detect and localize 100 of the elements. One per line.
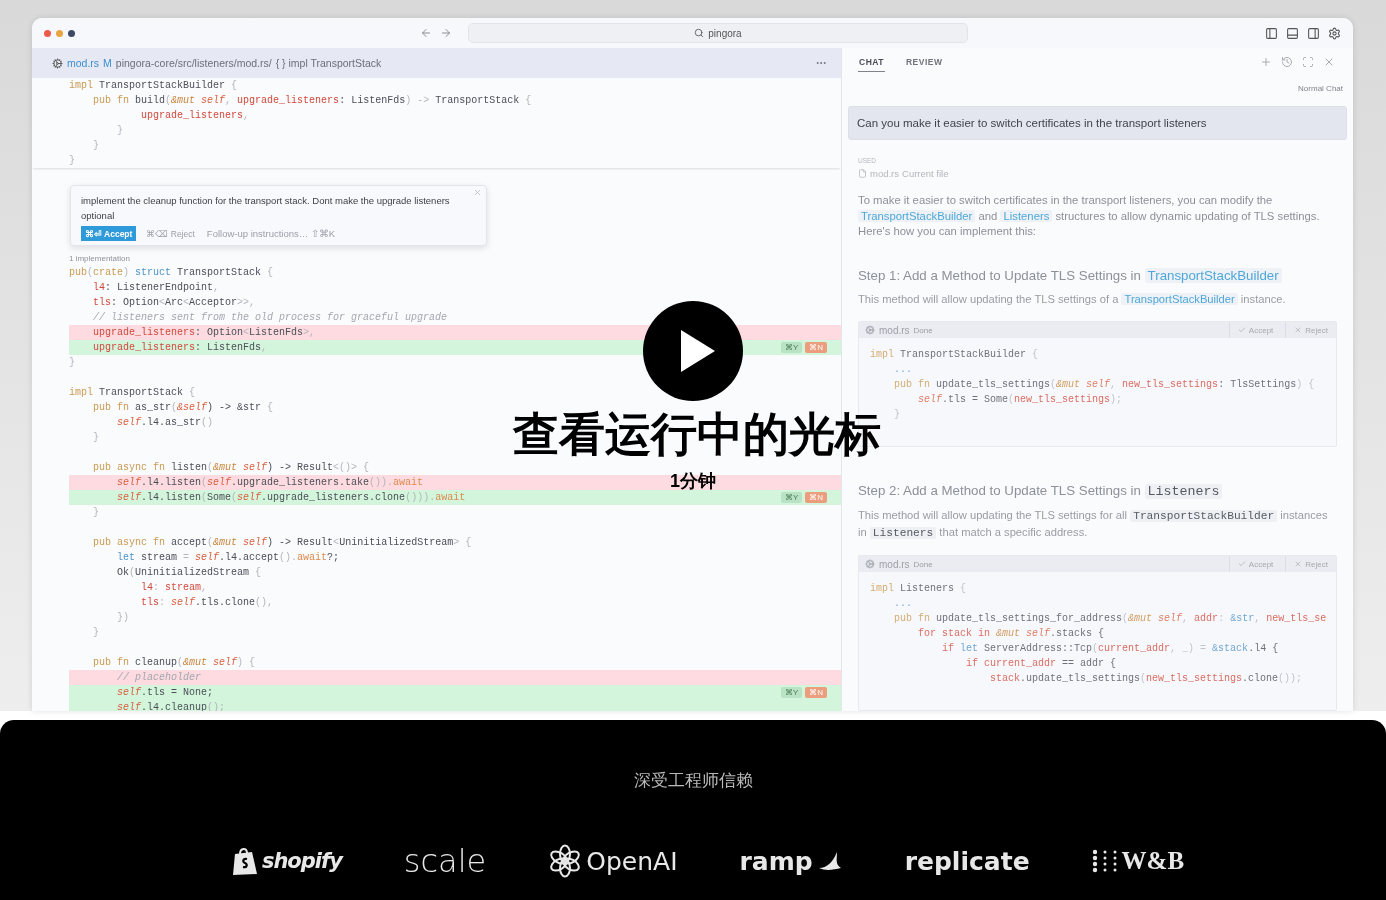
code-line: ... <box>893 363 913 377</box>
code-line: } <box>69 356 76 370</box>
code-line: } <box>92 139 100 153</box>
plus-icon[interactable] <box>1260 56 1272 69</box>
play-button[interactable] <box>643 301 743 401</box>
code-line: upgrade_listeners, <box>140 109 251 123</box>
block-status: Done <box>913 325 933 335</box>
code-line: Ok(UninitializedStream { <box>116 566 263 580</box>
code-line: pub fn update_tls_settings_for_address(&mut self, addr: &str, new_tls_se <box>893 612 1328 626</box>
logo-wordmark: scale <box>403 842 487 880</box>
accept-button[interactable]: ⌘⏎ Accept <box>81 226 137 241</box>
follow-up-field[interactable]: Follow-up instructions… ⇧⌘K <box>204 227 405 240</box>
user-message: Can you make it easier to switch certificates in the transport listeners <box>848 105 1347 140</box>
close-icon <box>1294 560 1303 568</box>
code-line: // listeners sent from the old process for graceful upgrade <box>92 311 449 325</box>
code-line: impl TransportStackBuilder { <box>69 79 239 93</box>
logo-wordmark: replicate <box>904 846 1030 876</box>
chat-mode[interactable]: Normal Chat <box>1298 83 1343 93</box>
knot-icon <box>548 844 583 878</box>
answer-paragraph: To make it easier to switch certificates in the transport listeners, you can modify the TransportStackBuilder and Listeners structures to allow dynamic updating of TLS settings. Here's how you can implement this: <box>858 193 1321 239</box>
zoom-dot[interactable] <box>68 29 75 37</box>
shortcut-badge[interactable]: ⌘N <box>805 687 827 698</box>
code-line: l4: ListenerEndpoint, <box>92 281 221 295</box>
code-line: ... <box>893 597 913 611</box>
reject-button[interactable]: Reject <box>1285 556 1336 572</box>
code-line: tls: Option<Arc<Acceptor>>, <box>92 296 257 310</box>
gear-icon <box>52 57 63 69</box>
code-line: tls: self.tls.clone(), <box>140 596 275 610</box>
check-icon <box>1237 326 1246 334</box>
accept-button[interactable]: Accept <box>1228 322 1282 338</box>
trust-heading: 深受工程师信赖 <box>633 770 753 792</box>
code-line: } <box>116 124 124 138</box>
block-status: Done <box>913 559 933 569</box>
code-line: impl TransportStack { <box>69 386 197 400</box>
dots-icon <box>1091 849 1118 873</box>
code-line: if let ServerAddress::Tcp(current_addr, _) = &stack.l4 { <box>941 642 1280 656</box>
block-file: mod.rs <box>879 558 910 570</box>
video-duration: 1分钟 <box>670 470 716 492</box>
close-dot[interactable] <box>44 29 51 37</box>
code-line: l4: stream, <box>140 581 209 595</box>
forward-icon[interactable] <box>440 27 452 39</box>
search-field[interactable]: pingora <box>468 23 968 43</box>
shortcut-badge[interactable]: ⌘Y <box>780 492 803 503</box>
close-icon <box>1294 326 1303 334</box>
logo-wordmark: ramp <box>739 846 813 876</box>
minimize-dot[interactable] <box>56 29 63 37</box>
code-line: stack.update_tls_settings(new_tls_settings.clone()); <box>989 672 1304 686</box>
shortcut-badge[interactable]: ⌘N <box>805 342 827 353</box>
search-icon <box>694 28 705 38</box>
step-heading: Step 1: Add a Method to Update TLS Settings in TransportStackBuilder <box>858 267 1337 283</box>
modified-label: M <box>103 57 112 69</box>
code-line: } <box>92 626 100 640</box>
code-line: }) <box>116 611 130 625</box>
code-line: pub async fn accept(&mut self) -> Result<UninitializedStream> { <box>92 536 473 550</box>
context-note: Current file <box>902 168 949 179</box>
settings-icon[interactable] <box>1328 26 1341 40</box>
code-line: for stack in &mut self.stacks { <box>917 627 1106 641</box>
panel-tab[interactable]: REVIEW <box>905 52 944 72</box>
gear-icon <box>865 559 875 569</box>
step-description: This method will allow updating the TLS settings of a TransportStackBuilder instance. <box>858 291 1287 307</box>
shortcut-badge[interactable]: ⌘N <box>805 492 827 503</box>
step-heading: Step 2: Add a Method to Update TLS Settings in Listeners <box>858 483 1337 499</box>
expand-icon[interactable] <box>1302 56 1314 69</box>
reject-button[interactable]: Reject <box>1285 322 1336 338</box>
file-icon <box>858 169 867 178</box>
shortcut-badge[interactable]: ⌘Y <box>780 342 803 353</box>
code-line: impl Listeners { <box>870 582 968 596</box>
back-icon[interactable] <box>420 27 432 39</box>
accept-button[interactable]: Accept <box>1228 556 1282 572</box>
panel-bottom-icon[interactable] <box>1286 26 1299 40</box>
logo-wordmark: OpenAI <box>586 846 678 876</box>
file-name[interactable]: mod.rs <box>67 57 100 69</box>
block-file: mod.rs <box>879 324 910 336</box>
code-line: self.tls = Some(new_tls_settings); <box>917 393 1124 407</box>
panel-tab[interactable]: CHAT <box>858 52 885 72</box>
code-line: if current_addr == addr { <box>965 657 1118 671</box>
bag-icon <box>231 846 258 876</box>
logo-wordmark: W&B <box>1121 847 1185 875</box>
code-line: } <box>69 154 76 168</box>
code-line: self.l4.as_str() <box>116 416 215 430</box>
panel-right-icon[interactable] <box>1307 26 1320 40</box>
logo-wordmark: shopify <box>261 849 342 873</box>
context-file[interactable]: mod.rs <box>870 168 900 179</box>
code-line: let stream = self.l4.accept().await?; <box>116 551 341 565</box>
reject-button[interactable]: ⌘⌫ Reject <box>146 228 195 239</box>
code-line: pub fn build(&mut self, upgrade_listeners: ListenFds) -> TransportStack { <box>92 94 533 108</box>
code-line: pub async fn listen(&mut self) -> Result<()> { <box>92 461 371 475</box>
history-icon[interactable] <box>1281 56 1293 69</box>
implementation-count[interactable]: 1 implementation <box>69 253 841 265</box>
video-title: 查看运行中的光标 <box>513 407 881 461</box>
panel-left-icon[interactable] <box>1265 26 1278 40</box>
symbol-path[interactable]: { } impl TransportStack <box>275 57 382 69</box>
check-icon <box>1237 560 1246 568</box>
code-line: } <box>893 408 901 422</box>
code-line: pub fn update_tls_settings(&mut self, new_tls_settings: TlsSettings) { <box>893 378 1316 392</box>
shortcut-badge[interactable]: ⌘Y <box>780 687 803 698</box>
file-path[interactable]: pingora-core/src/listeners/mod.rs/ <box>115 57 272 69</box>
gear-icon <box>865 325 875 335</box>
prompt-text: implement the cleanup function for the transport stack. Dont make the upgrade listeners optional <box>81 194 451 223</box>
code-line: impl TransportStackBuilder { <box>870 348 1040 362</box>
